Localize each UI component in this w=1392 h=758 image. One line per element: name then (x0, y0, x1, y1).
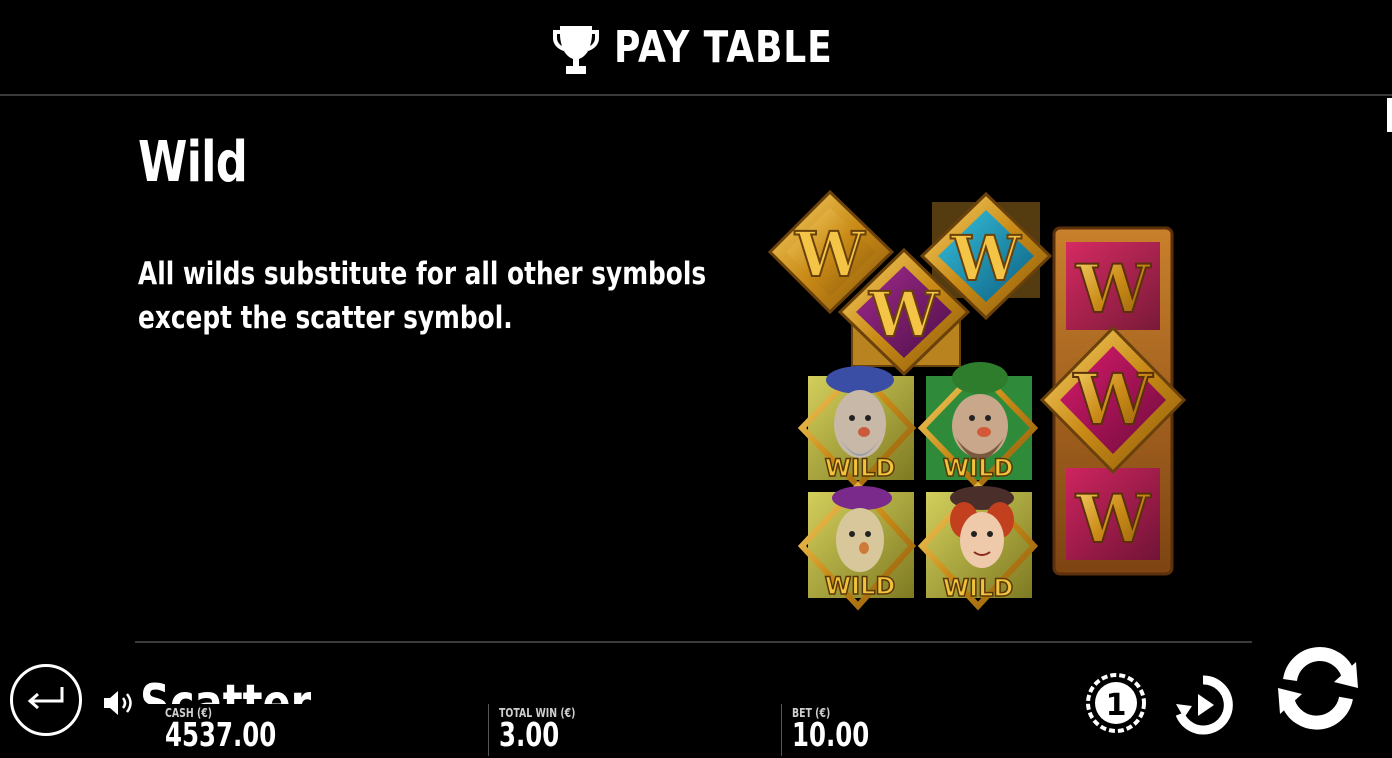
stat-separator (781, 704, 782, 756)
stacked-wild-column: W W W (1039, 226, 1187, 576)
total-win-value: 3.00 (499, 715, 560, 754)
trophy-icon (552, 26, 599, 74)
next-section-title: Scatter (140, 674, 312, 704)
svg-text:WILD: WILD (943, 454, 1014, 482)
svg-text:WILD: WILD (943, 574, 1014, 602)
character-wild-tiles: WILD WILD WILD WILD (797, 362, 1039, 611)
section-description: All wilds substitute for all other symbo… (138, 256, 707, 336)
bet-value: 10.00 (792, 715, 870, 754)
total-win-display: TOTAL WIN (€) 3.00 (499, 706, 597, 752)
wild-symbols-illustration: W W W W W W WILD WILD WILD WILD (767, 189, 1187, 611)
cash-value: 4537.00 (165, 715, 277, 754)
spin-button[interactable] (1270, 640, 1366, 736)
back-button[interactable] (10, 664, 82, 736)
wild-w-symbols: W W W (767, 189, 1053, 377)
stat-separator (488, 704, 489, 756)
svg-text:W: W (794, 218, 866, 291)
bet-display: BET (€) 10.00 (792, 706, 896, 752)
svg-text:WILD: WILD (825, 454, 896, 482)
svg-text:W: W (1073, 358, 1154, 441)
svg-text:W: W (868, 278, 940, 351)
sound-icon[interactable] (102, 688, 136, 718)
section-title: Wild (138, 130, 248, 195)
autoplay-button[interactable] (1172, 674, 1234, 736)
svg-text:W: W (950, 222, 1022, 295)
svg-text:WILD: WILD (825, 572, 896, 600)
svg-text:W: W (1075, 250, 1151, 328)
page-title: PAY TABLE (613, 21, 833, 73)
svg-text:1: 1 (1106, 688, 1127, 723)
pay-table-header: PAY TABLE (0, 0, 1392, 96)
return-arrow-icon (27, 687, 64, 710)
cash-display: CASH (€) 4537.00 (165, 706, 315, 752)
svg-text:W: W (1075, 480, 1151, 558)
bet-coin-button[interactable]: 1 (1085, 672, 1147, 734)
scrollbar-thumb[interactable] (1387, 98, 1392, 132)
section-divider (135, 641, 1252, 643)
